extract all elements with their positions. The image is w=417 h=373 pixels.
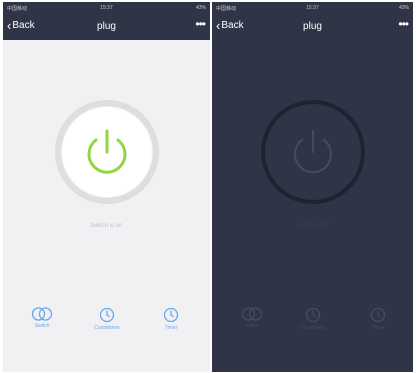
status-time: 15:37 — [100, 5, 113, 11]
plug-screen-on: 中国移动 15:37 43% ‹ Back plug ••• Switch is… — [3, 2, 210, 372]
page-title: plug — [97, 21, 116, 32]
countdown-action-label: Countdown — [300, 325, 326, 331]
battery-text: 43% — [195, 5, 206, 11]
plug-screen-off: 中国移动 15:37 43% ‹ Back plug ••• Switch is… — [212, 2, 413, 372]
countdown-clock-icon — [99, 307, 115, 323]
battery-text: 43% — [398, 5, 409, 11]
page-title: plug — [303, 21, 322, 32]
timer-action-label: Timer — [371, 325, 385, 331]
more-button[interactable]: ••• — [195, 17, 206, 31]
power-toggle-button[interactable] — [260, 100, 365, 204]
more-button[interactable]: ••• — [398, 17, 409, 31]
status-time: 15:37 — [306, 5, 319, 11]
countdown-action-label: Countdown — [94, 325, 120, 331]
nav-bar: ‹ Back plug ••• — [3, 13, 210, 40]
switch-state-text: Switch is on — [90, 223, 123, 229]
status-bar: 中国移动 15:37 43% — [3, 2, 210, 13]
countdown-clock-icon — [305, 307, 321, 323]
switch-action-button[interactable]: Switch — [22, 307, 62, 329]
timer-action-button[interactable]: Timer — [151, 307, 191, 331]
power-toggle-button[interactable] — [54, 100, 159, 204]
countdown-action-button[interactable]: Countdown — [87, 307, 127, 331]
timer-action-button[interactable]: Timer — [358, 307, 398, 331]
switch-action-button[interactable]: Switch — [232, 307, 272, 329]
status-bar: 中国移动 15:37 43% — [212, 2, 413, 13]
power-icon — [293, 130, 332, 174]
nav-bar: ‹ Back plug ••• — [212, 13, 413, 40]
timer-action-label: Timer — [164, 325, 178, 331]
timer-clock-icon — [370, 307, 386, 323]
switch-action-label: Switch — [244, 323, 260, 329]
countdown-action-button[interactable]: Countdown — [293, 307, 333, 331]
power-icon — [87, 129, 126, 174]
switch-state-text: Switch is off — [296, 223, 329, 229]
switch-action-label: Switch — [34, 323, 50, 329]
comparison-screenshot: 中国移动 15:37 43% ‹ Back plug ••• Switch is… — [0, 0, 417, 373]
toggle-circles-icon — [31, 307, 53, 321]
timer-clock-icon — [163, 307, 179, 323]
toggle-circles-icon — [241, 307, 263, 321]
